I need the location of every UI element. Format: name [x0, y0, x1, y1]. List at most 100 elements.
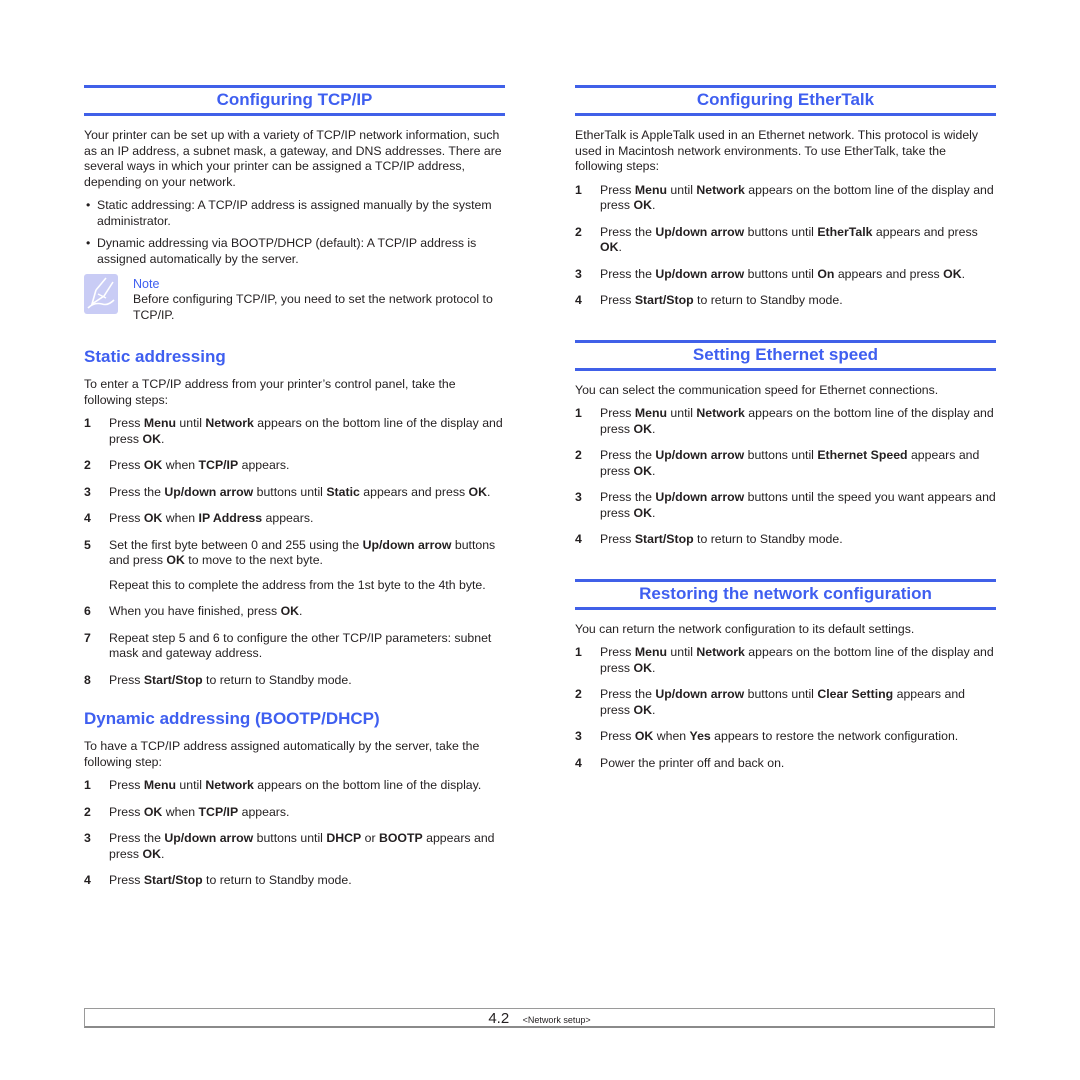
left-column: Configuring TCP/IP Your printer can be s…: [84, 85, 505, 900]
step-keyword: Up/down arrow: [164, 831, 254, 845]
bullet-text: Static addressing: A TCP/IP address is a…: [97, 198, 492, 228]
step-keyword: Network: [205, 778, 254, 792]
step-text: Press: [600, 293, 635, 307]
ethertalk-steps: 1 Press Menu until Network appears on the…: [575, 183, 996, 309]
bullet-glyph: •: [86, 236, 91, 250]
step-text: Press the: [600, 448, 656, 462]
note-label: Note: [133, 277, 160, 291]
step-text: to return to Standby mode.: [693, 293, 843, 307]
step-text: Set the first byte between 0 and 255 usi…: [109, 537, 363, 552]
bullet-item: • Static addressing: A TCP/IP address is …: [84, 198, 505, 229]
step-text: .: [651, 463, 656, 478]
step-keyword: OK: [943, 266, 962, 281]
step-keyword: Menu: [143, 778, 176, 792]
step-text: appears.: [238, 804, 290, 819]
step-keyword: Yes: [689, 729, 711, 743]
step-keyword: Start/Stop: [143, 873, 203, 887]
step-keyword: Network: [205, 416, 254, 430]
tcpip-bullet-list: • Static addressing: A TCP/IP address is …: [84, 198, 505, 267]
section-title-restoring-network-configuration: Restoring the network configuration: [575, 578, 996, 610]
step-keyword: Network: [696, 182, 745, 197]
step-number: 4: [575, 532, 582, 546]
step-text: buttons until: [744, 687, 818, 701]
step-item: 4 Power the printer off and back on.: [575, 756, 996, 772]
step-text: Press: [600, 182, 635, 197]
step-text: Press: [109, 458, 144, 472]
step-number: 7: [84, 630, 91, 645]
note-text: Before configuring TCP/IP, you need to s…: [133, 292, 493, 322]
step-text: .: [651, 505, 656, 520]
step-text: when: [653, 729, 690, 743]
step-keyword: OK: [634, 729, 654, 743]
step-number: 2: [84, 804, 91, 819]
step-keyword: Up/down arrow: [655, 224, 745, 239]
step-number: 8: [84, 672, 91, 687]
step-text: or: [361, 831, 379, 845]
page-footer: 4.2 <Network setup>: [84, 1008, 995, 1028]
step-number: 3: [575, 266, 582, 281]
step-text: .: [487, 484, 491, 499]
step-text: buttons until: [744, 448, 818, 462]
step-text: Press the: [600, 224, 656, 239]
step-keyword: OK: [280, 604, 300, 618]
step-text: appears on the bottom line of the displa…: [253, 778, 482, 792]
step-number: 3: [84, 484, 91, 499]
step-number: 4: [575, 755, 582, 770]
step-item: 2 Press the Up/down arrow buttons until E…: [575, 448, 996, 479]
step-text: .: [651, 421, 656, 436]
step-number: 2: [84, 458, 91, 472]
step-text: Power the printer off and back on.: [600, 755, 785, 770]
step-text: .: [618, 240, 622, 254]
step-number: 2: [575, 687, 582, 701]
step-keyword: OK: [142, 846, 161, 861]
step-text: Press: [600, 729, 635, 743]
step-item: 3 Press OK when Yes appears to restore th…: [575, 729, 996, 745]
step-keyword: IP Address: [198, 511, 263, 525]
step-keyword: TCP/IP: [198, 458, 239, 472]
step-keyword: Up/down arrow: [655, 266, 745, 281]
restore-intro: You can return the network configuration…: [575, 621, 915, 636]
bullet-item: • Dynamic addressing via BOOTP/DHCP (defa…: [84, 236, 505, 267]
step-text: buttons until: [253, 484, 327, 499]
step-keyword: OK: [142, 431, 161, 446]
step-number: 2: [575, 448, 582, 462]
step-keyword: OK: [468, 484, 487, 499]
step-keyword: DHCP: [326, 831, 362, 845]
step-number: 4: [84, 511, 91, 525]
note-pencil-icon: [84, 274, 118, 314]
step-text: appears and press: [834, 266, 944, 281]
bullet-glyph: •: [86, 198, 91, 212]
speed-steps: 1 Press Menu until Network appears on the…: [575, 406, 996, 548]
step-item: 2 Press the Up/down arrow buttons until E…: [575, 225, 996, 256]
step-item: 5 Set the first byte between 0 and 255 us…: [84, 538, 505, 594]
step-item: 3 Press the Up/down arrow buttons until D…: [84, 831, 505, 862]
step-text: .: [651, 702, 656, 717]
step-text: .: [160, 431, 165, 446]
step-text: when: [162, 804, 199, 819]
step-text: until: [175, 778, 206, 792]
section-title-configuring-ethertalk: Configuring EtherTalk: [575, 85, 996, 116]
step-number: 4: [84, 873, 91, 887]
step-text: Press: [109, 511, 144, 525]
step-item: 1 Press Menu until Network appears on the…: [84, 778, 505, 794]
step-keyword: Clear Setting: [817, 687, 894, 701]
step-number: 3: [575, 490, 582, 504]
step-text: until: [666, 406, 697, 420]
step-text: buttons until: [744, 224, 818, 239]
step-text: when: [162, 458, 199, 472]
step-keyword: Up/down arrow: [655, 448, 745, 462]
step-keyword: Static: [326, 484, 360, 499]
step-text: buttons until: [744, 266, 818, 281]
step-item: 4 Press Start/Stop to return to Standby m…: [575, 293, 996, 309]
step-item: 2 Press the Up/down arrow buttons until C…: [575, 687, 996, 718]
step-number: 3: [575, 729, 582, 743]
step-keyword: OK: [166, 553, 185, 567]
speed-intro: You can select the communication speed f…: [575, 382, 939, 397]
step-text: .: [299, 604, 303, 618]
step-keyword: OK: [600, 240, 619, 254]
step-keyword: Up/down arrow: [655, 490, 745, 504]
right-column: Configuring EtherTalk EtherTalk is Apple…: [575, 85, 996, 782]
step-number: 4: [575, 293, 582, 307]
step-keyword: OK: [143, 804, 163, 819]
step-keyword: Network: [696, 406, 745, 420]
